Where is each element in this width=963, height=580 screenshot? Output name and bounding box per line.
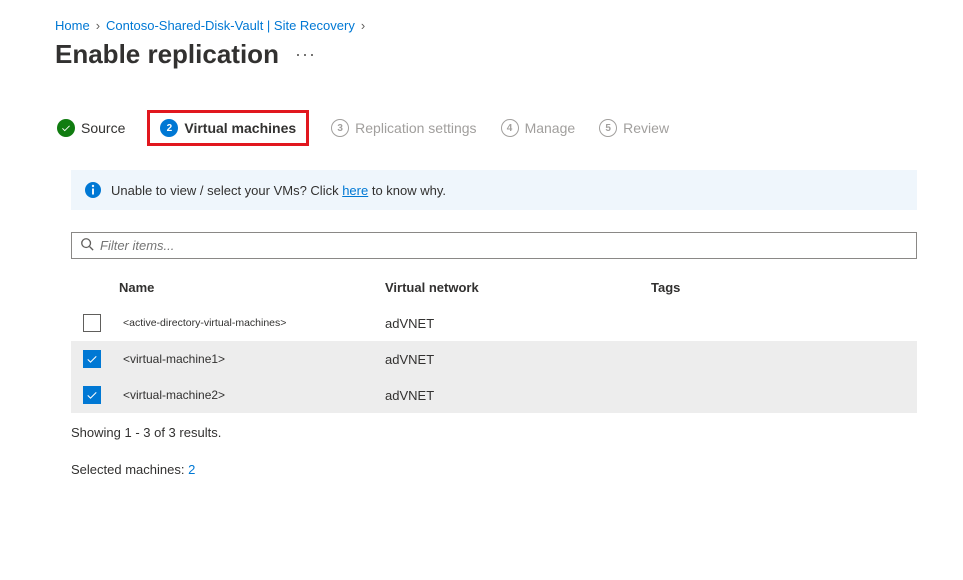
tab-manage[interactable]: 4 Manage: [499, 113, 578, 143]
tab-virtual-machines[interactable]: 2 Virtual machines: [147, 110, 309, 146]
row-checkbox[interactable]: [83, 350, 101, 368]
tab-replication-settings[interactable]: 3 Replication settings: [329, 113, 478, 143]
chevron-right-icon: ›: [96, 18, 100, 33]
row-vnet: adVNET: [385, 388, 651, 403]
more-actions-button[interactable]: ···: [295, 44, 316, 65]
row-vnet: adVNET: [385, 316, 651, 331]
selected-count-text: Selected machines: 2: [71, 462, 913, 477]
info-icon: [85, 182, 101, 198]
row-name: <virtual-machine1>: [119, 352, 385, 366]
tab-review[interactable]: 5 Review: [597, 113, 671, 143]
wizard-tabs: Source 2 Virtual machines 3 Replication …: [55, 110, 933, 146]
breadcrumb: Home › Contoso-Shared-Disk-Vault | Site …: [55, 18, 933, 33]
step-number-icon: 2: [160, 119, 178, 137]
filter-input[interactable]: [100, 238, 908, 253]
breadcrumb-vault[interactable]: Contoso-Shared-Disk-Vault | Site Recover…: [106, 18, 355, 33]
info-link[interactable]: here: [342, 183, 368, 198]
check-icon: [57, 119, 75, 137]
row-checkbox[interactable]: [83, 386, 101, 404]
col-tags: Tags: [651, 280, 917, 295]
row-name: <virtual-machine2>: [119, 388, 385, 402]
results-text: Showing 1 - 3 of 3 results.: [71, 425, 913, 440]
breadcrumb-home[interactable]: Home: [55, 18, 90, 33]
col-vnet: Virtual network: [385, 280, 651, 295]
col-name: Name: [119, 280, 385, 295]
tab-label: Source: [81, 120, 125, 136]
step-number-icon: 4: [501, 119, 519, 137]
step-number-icon: 5: [599, 119, 617, 137]
table-row[interactable]: <virtual-machine1> adVNET: [71, 341, 917, 377]
step-number-icon: 3: [331, 119, 349, 137]
info-text: Unable to view / select your VMs? Click …: [111, 183, 446, 198]
row-vnet: adVNET: [385, 352, 651, 367]
tab-label: Virtual machines: [184, 120, 296, 136]
table-row[interactable]: <virtual-machine2> adVNET: [71, 377, 917, 413]
table-header-row: Name Virtual network Tags: [71, 269, 917, 305]
row-name: <active-directory-virtual-machines>: [119, 317, 385, 329]
filter-box[interactable]: [71, 232, 917, 259]
tab-label: Review: [623, 120, 669, 136]
tab-label: Manage: [525, 120, 576, 136]
table-row[interactable]: <active-directory-virtual-machines> adVN…: [71, 305, 917, 341]
page-title: Enable replication: [55, 39, 279, 70]
row-checkbox[interactable]: [83, 314, 101, 332]
chevron-right-icon: ›: [361, 18, 365, 33]
info-banner: Unable to view / select your VMs? Click …: [71, 170, 917, 210]
tab-label: Replication settings: [355, 120, 476, 136]
tab-source[interactable]: Source: [55, 113, 127, 143]
vm-table: Name Virtual network Tags <active-direct…: [71, 269, 917, 413]
search-icon: [80, 237, 94, 254]
